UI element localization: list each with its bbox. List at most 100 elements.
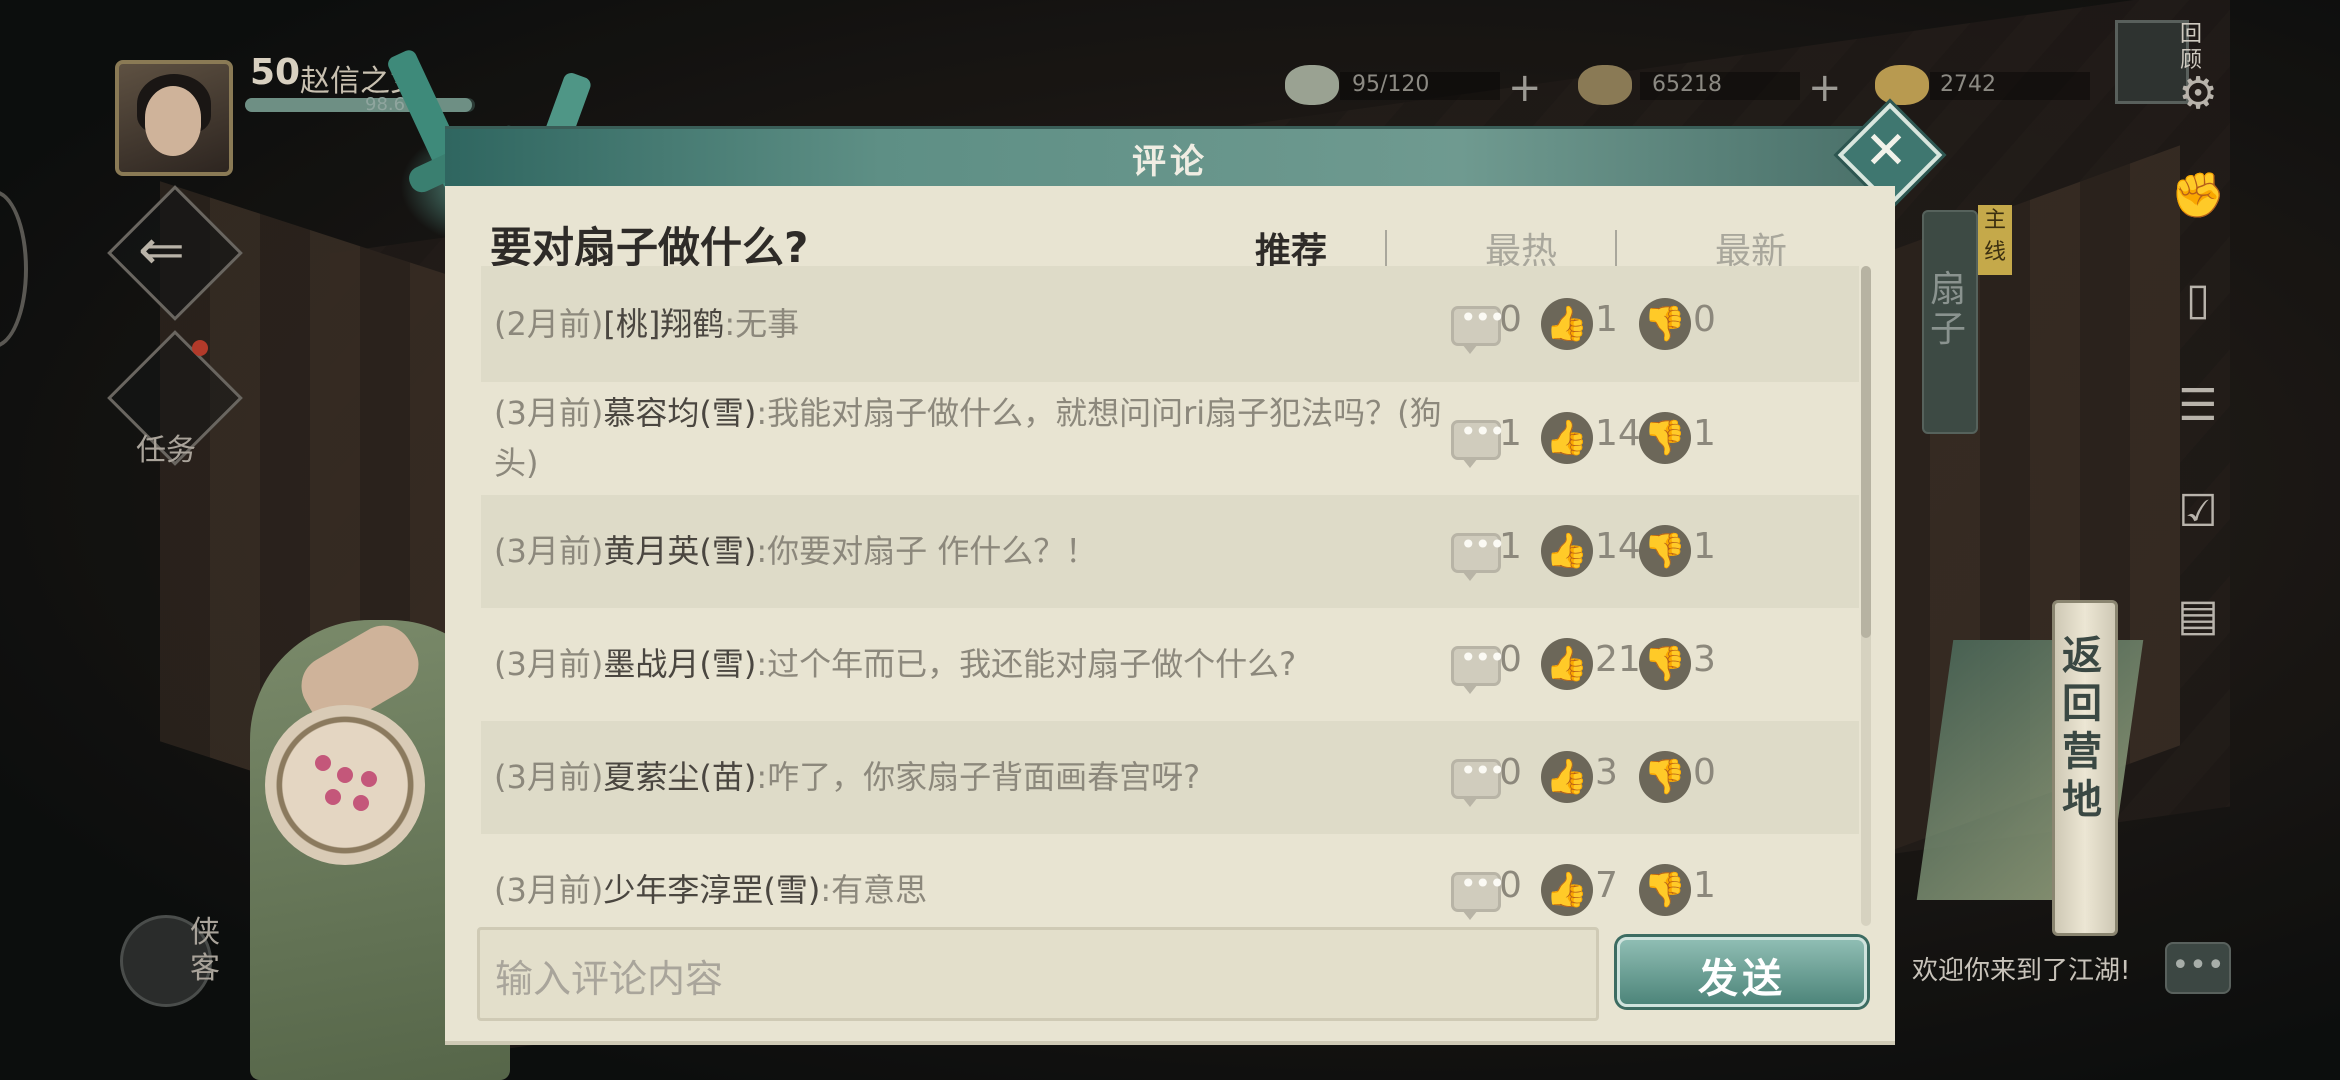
comment-user[interactable]: 黄月英(雪) xyxy=(603,532,756,570)
main-quest-seal: 主线 xyxy=(1978,205,2012,275)
gear-icon[interactable]: ⚙ xyxy=(2170,66,2226,122)
comment-row: (3月前)慕容均(雪):我能对扇子做什么，就想问问ri扇子犯法吗？(狗头) ••… xyxy=(481,382,1859,495)
flower-icon xyxy=(361,771,377,787)
reply-count: 0 xyxy=(1499,752,1522,793)
dislike-count: 1 xyxy=(1693,526,1716,567)
comment-text: (3月前)黄月英(雪):你要对扇子 作什么？！ xyxy=(494,526,1444,576)
player-level: 50 xyxy=(250,52,301,93)
thumbs-up-icon[interactable]: 👍 xyxy=(1541,298,1593,350)
comment-body: :无事 xyxy=(724,305,800,343)
comment-row: (3月前)夏萦尘(苗):咋了，你家扇子背面画春宫呀? ••• 0 👍 3 👎 0 xyxy=(481,721,1859,834)
send-button-label: 发送 xyxy=(1698,956,1786,1002)
back-arrow-icon[interactable]: ⇐ xyxy=(138,218,185,283)
dislike-count: 1 xyxy=(1693,865,1716,906)
like-count: 14 xyxy=(1595,526,1641,567)
book-icon[interactable]: ▤ xyxy=(2170,588,2226,644)
scrollbar-thumb[interactable] xyxy=(1861,266,1871,638)
notification-dot xyxy=(192,340,208,356)
thumbs-up-icon[interactable]: 👍 xyxy=(1541,864,1593,916)
thumbs-down-icon[interactable]: 👎 xyxy=(1639,751,1691,803)
reply-icon[interactable]: ••• xyxy=(1451,415,1506,468)
thumbs-down-icon[interactable]: 👎 xyxy=(1639,298,1691,350)
like-count: 14 xyxy=(1595,413,1641,454)
chat-icon[interactable]: ••• xyxy=(2165,942,2231,994)
flower-icon xyxy=(353,795,369,811)
flower-icon xyxy=(325,789,341,805)
flower-icon xyxy=(337,767,353,783)
return-camp-label[interactable]: 返回营地 xyxy=(2060,632,2104,824)
comment-row: (3月前)墨战月(雪):过个年而已，我还能对扇子做个什么? ••• 0 👍 21… xyxy=(481,608,1859,721)
dislike-count: 1 xyxy=(1693,413,1716,454)
comment-body: :过个年而已，我还能对扇子做个什么? xyxy=(756,645,1297,683)
stamina-value: 95/120 xyxy=(1352,72,1430,97)
player-avatar[interactable] xyxy=(115,60,233,176)
tab-divider xyxy=(1615,230,1617,266)
coin-icon xyxy=(1578,65,1632,105)
thumbs-up-icon[interactable]: 👍 xyxy=(1541,412,1593,464)
comment-time: (3月前) xyxy=(494,645,604,683)
side-tab-label[interactable]: 扇子 xyxy=(1928,270,1968,350)
comment-text: (2月前)[桃]翔鹤:无事 xyxy=(494,299,1444,349)
close-icon[interactable]: ✕ xyxy=(1862,123,1910,179)
thumbs-up-icon[interactable]: 👍 xyxy=(1541,638,1593,690)
checklist-icon[interactable]: ☑ xyxy=(2170,484,2226,540)
send-button[interactable]: 发送 xyxy=(1617,937,1867,1007)
comment-text: (3月前)夏萦尘(苗):咋了，你家扇子背面画春宫呀? xyxy=(494,752,1444,802)
comment-user[interactable]: 夏萦尘(苗) xyxy=(603,758,756,796)
thumbs-down-icon[interactable]: 👎 xyxy=(1639,638,1691,690)
add-coin-button[interactable]: + xyxy=(1808,68,1842,108)
reply-count: 0 xyxy=(1499,639,1522,680)
thumbs-up-icon[interactable]: 👍 xyxy=(1541,751,1593,803)
hero-label[interactable]: 侠客 xyxy=(190,915,222,987)
reply-count: 0 xyxy=(1499,865,1522,906)
comment-dialog: 评论 ✕ 要对扇子做什么? 推荐 最热 最新 (2月前)[桃]翔鹤:无事 •••… xyxy=(385,47,1943,1045)
comment-text: (3月前)墨战月(雪):过个年而已，我还能对扇子做个什么? xyxy=(494,639,1444,689)
gold-value: 2742 xyxy=(1940,72,1996,97)
comment-time: (3月前) xyxy=(494,871,604,909)
reply-icon[interactable]: ••• xyxy=(1451,528,1506,581)
comment-user[interactable]: [桃]翔鹤 xyxy=(603,305,724,343)
comment-user[interactable]: 慕容均(雪) xyxy=(603,394,756,432)
comment-text: (3月前)慕容均(雪):我能对扇子做什么，就想问问ri扇子犯法吗？(狗头) xyxy=(494,388,1444,488)
reply-count: 1 xyxy=(1499,526,1522,567)
dialog-title: 评论 xyxy=(1132,142,1208,182)
reply-count: 0 xyxy=(1499,299,1522,340)
comment-input-placeholder: 输入评论内容 xyxy=(495,957,724,1001)
reply-icon[interactable]: ••• xyxy=(1451,867,1506,920)
comment-user[interactable]: 少年李淳罡(雪) xyxy=(603,871,820,909)
scroll-list-icon[interactable]: ☰ xyxy=(2170,378,2226,434)
stamina-icon xyxy=(1285,65,1339,105)
like-count: 3 xyxy=(1595,752,1618,793)
comment-list[interactable]: (2月前)[桃]翔鹤:无事 ••• 0 👍 1 👎 0 (3月前)慕容均(雪):… xyxy=(481,266,1859,926)
comment-time: (2月前) xyxy=(494,305,604,343)
fist-icon[interactable]: ✊ xyxy=(2170,168,2226,224)
comment-time: (3月前) xyxy=(494,394,604,432)
reply-icon[interactable]: ••• xyxy=(1451,301,1506,354)
reply-count: 1 xyxy=(1499,413,1522,454)
flower-icon xyxy=(315,755,331,771)
comment-input[interactable]: 输入评论内容 xyxy=(477,927,1599,1021)
welcome-message: 欢迎你来到了江湖! xyxy=(1912,956,2131,986)
coin-value: 65218 xyxy=(1652,72,1722,97)
reply-icon[interactable]: ••• xyxy=(1451,641,1506,694)
comment-time: (3月前) xyxy=(494,532,604,570)
like-count: 1 xyxy=(1595,299,1618,340)
fan-icon xyxy=(265,705,425,865)
comment-time: (3月前) xyxy=(494,758,604,796)
thumbs-down-icon[interactable]: 👎 xyxy=(1639,864,1691,916)
comment-user[interactable]: 墨战月(雪) xyxy=(603,645,756,683)
door-icon[interactable]: ▯ xyxy=(2170,272,2226,328)
gold-ingot-icon xyxy=(1875,65,1929,105)
comment-row: (3月前)黄月英(雪):你要对扇子 作什么？！ ••• 1 👍 14 👎 1 xyxy=(481,495,1859,608)
reply-icon[interactable]: ••• xyxy=(1451,754,1506,807)
thumbs-down-icon[interactable]: 👎 xyxy=(1639,525,1691,577)
task-label[interactable]: 任务 xyxy=(136,425,196,469)
add-stamina-button[interactable]: + xyxy=(1508,68,1542,108)
dislike-count: 0 xyxy=(1693,752,1716,793)
like-count: 7 xyxy=(1595,865,1618,906)
comment-row: (2月前)[桃]翔鹤:无事 ••• 0 👍 1 👎 0 xyxy=(481,266,1859,382)
thumbs-up-icon[interactable]: 👍 xyxy=(1541,525,1593,577)
thumbs-down-icon[interactable]: 👎 xyxy=(1639,412,1691,464)
tab-divider xyxy=(1385,230,1387,266)
comment-text: (3月前)少年李淳罡(雪):有意思 xyxy=(494,865,1444,915)
